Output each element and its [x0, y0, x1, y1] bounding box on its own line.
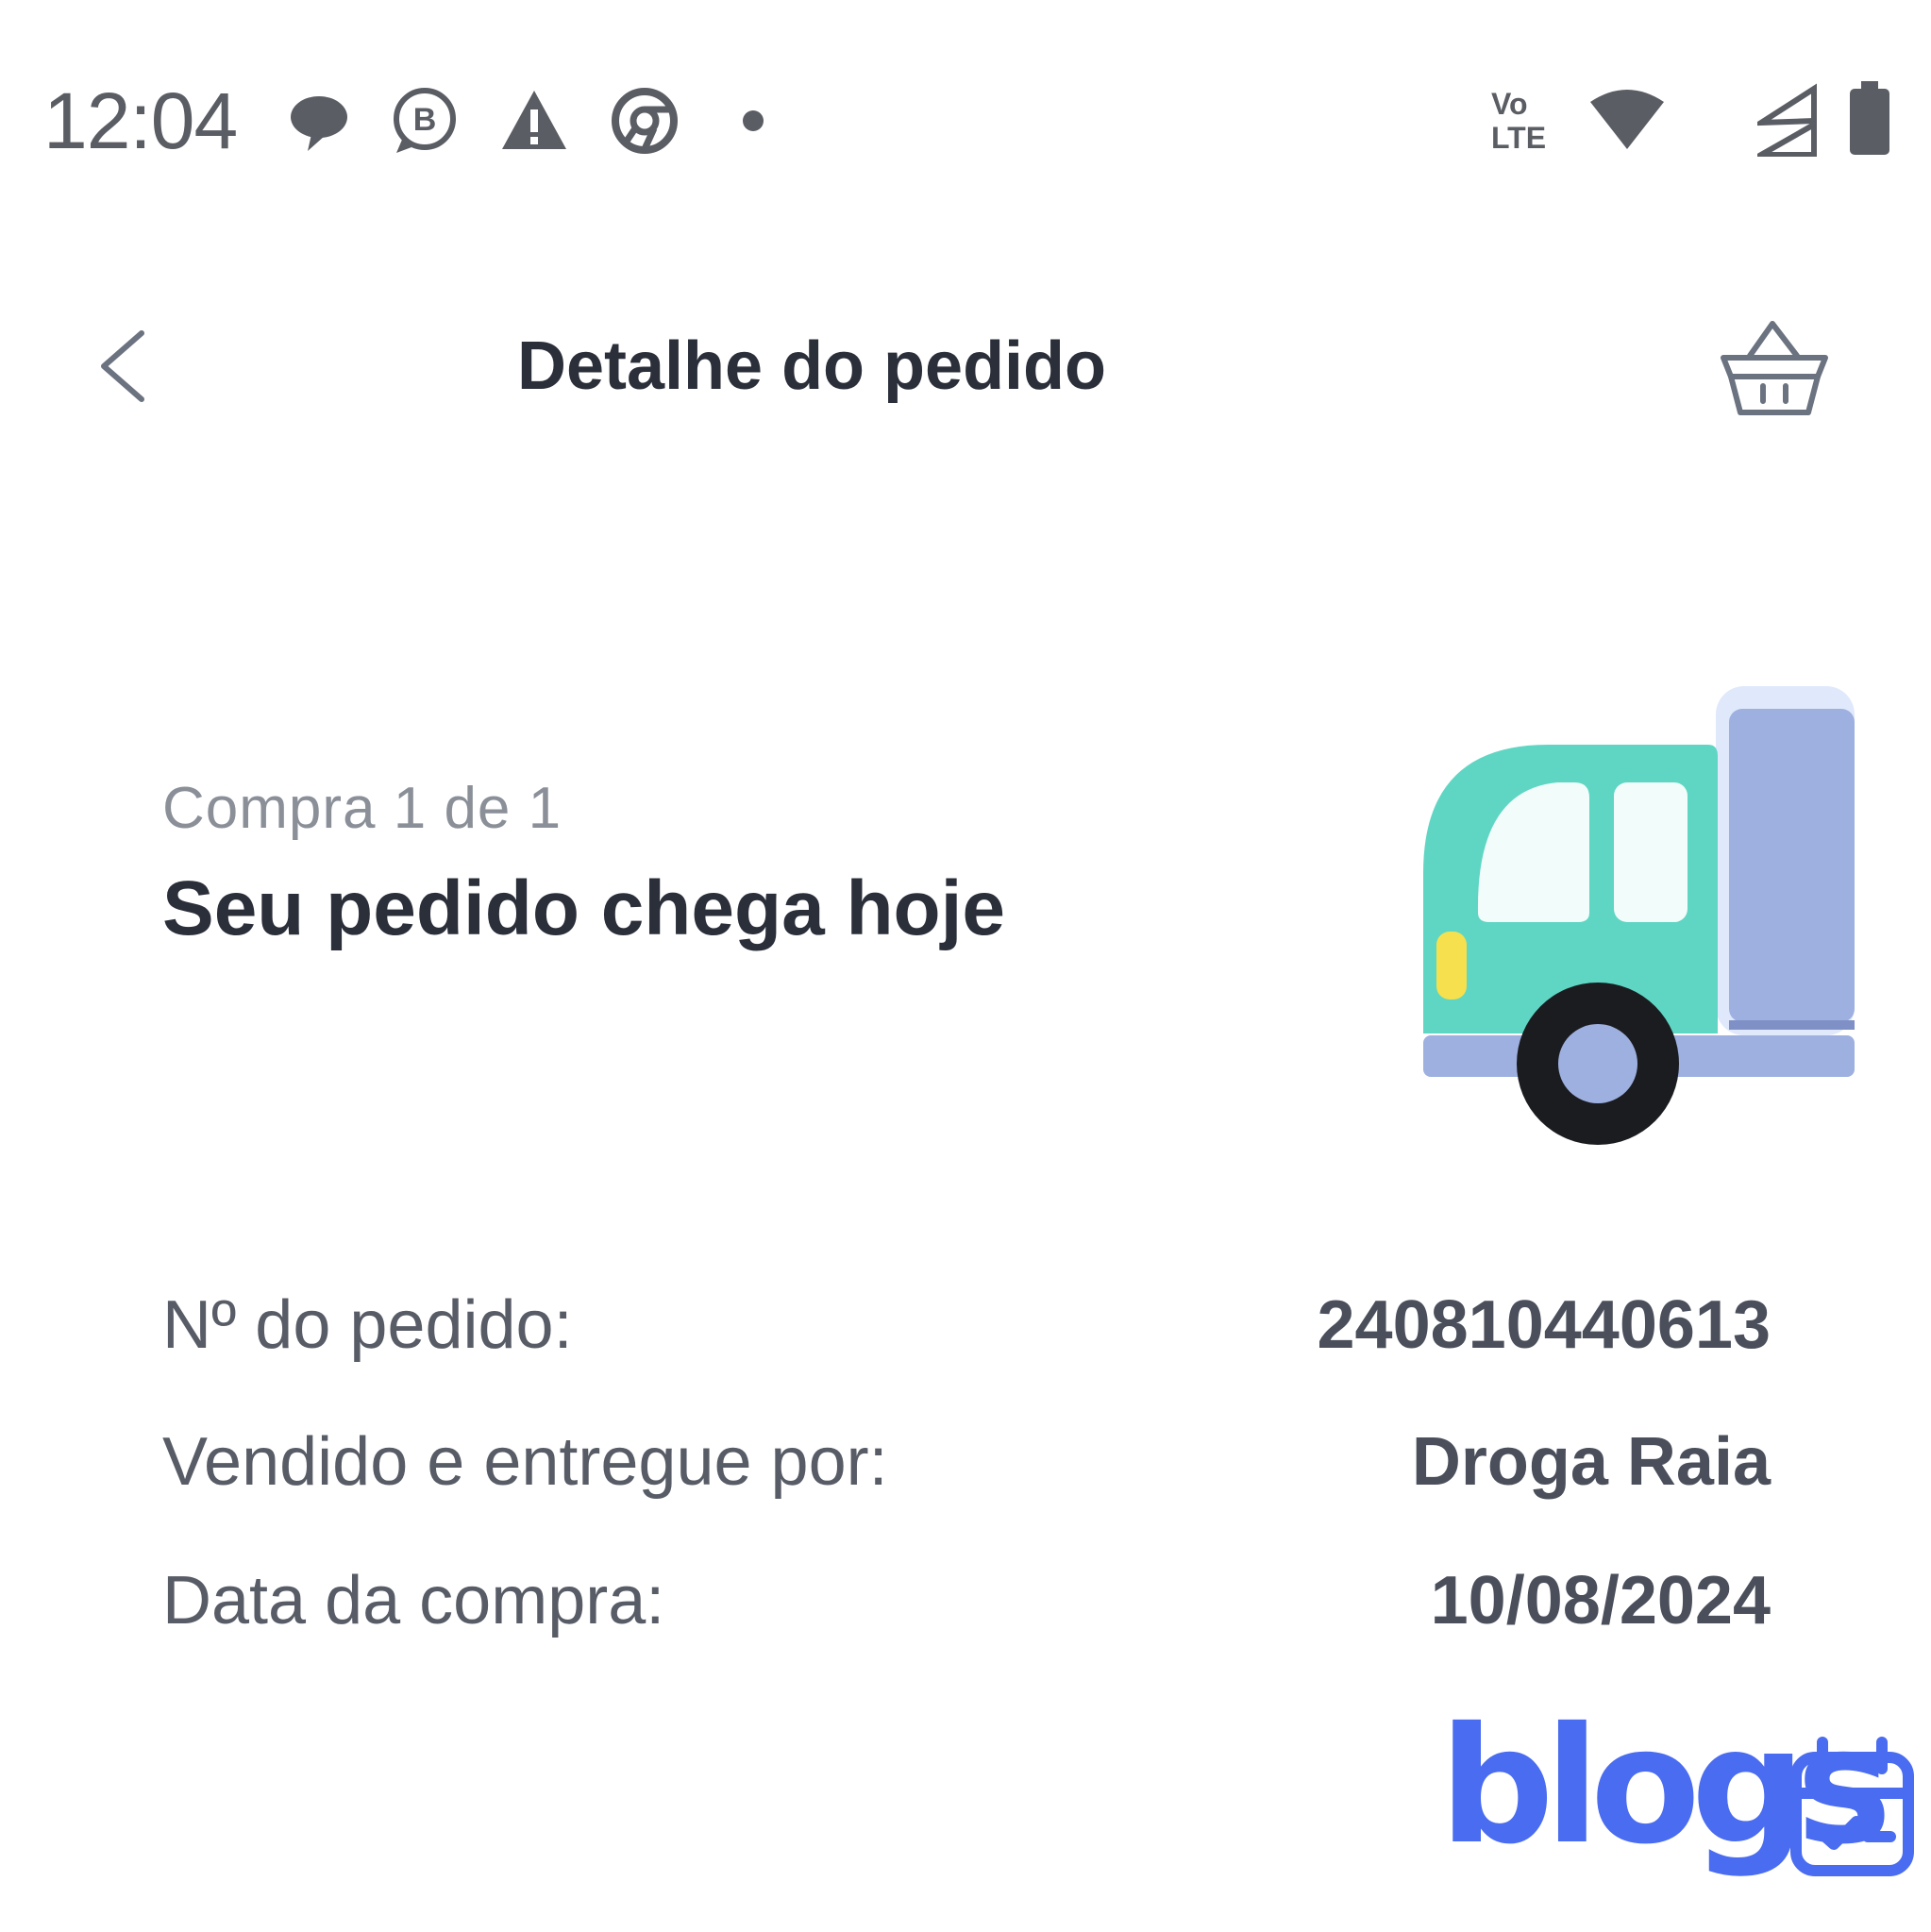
purchase-date-label: Data da compra:: [162, 1563, 665, 1638]
page-title: Detalhe do pedido: [516, 328, 1107, 404]
basket-icon: [1721, 321, 1828, 415]
volte-bottom-text: LTE: [1491, 121, 1547, 155]
purchase-date-value: 10/08/2024: [1430, 1563, 1771, 1638]
order-number-label: Nº do pedido:: [162, 1287, 573, 1363]
notification-dot-icon: [743, 110, 764, 131]
wifi-icon: [1590, 90, 1664, 149]
purchase-count: Compra 1 de 1: [162, 776, 563, 841]
calendar-check-icon: [1790, 1737, 1914, 1876]
volte-top-text: Vo: [1491, 87, 1528, 121]
whatsapp-business-icon: B: [394, 88, 456, 153]
seller-value: Droga Raia: [1411, 1424, 1771, 1500]
seller-label: Vendido e entregue por:: [162, 1424, 888, 1500]
volte-icon: Vo LTE: [1491, 87, 1567, 155]
battery-icon: [1850, 81, 1889, 155]
order-number-value: 240810440613: [1317, 1287, 1771, 1363]
svg-text:B: B: [413, 102, 437, 138]
signal-icon: [1757, 83, 1817, 157]
delivery-truck-icon: [1423, 686, 1855, 1145]
chat-bubble-icon: [291, 96, 347, 151]
status-bar-time: 12:04: [43, 76, 238, 165]
delivery-status-heading: Seu pedido chega hoje: [162, 865, 1006, 951]
basket-button[interactable]: [1718, 316, 1831, 420]
warning-icon: [502, 91, 566, 149]
chrome-icon: [612, 88, 678, 154]
